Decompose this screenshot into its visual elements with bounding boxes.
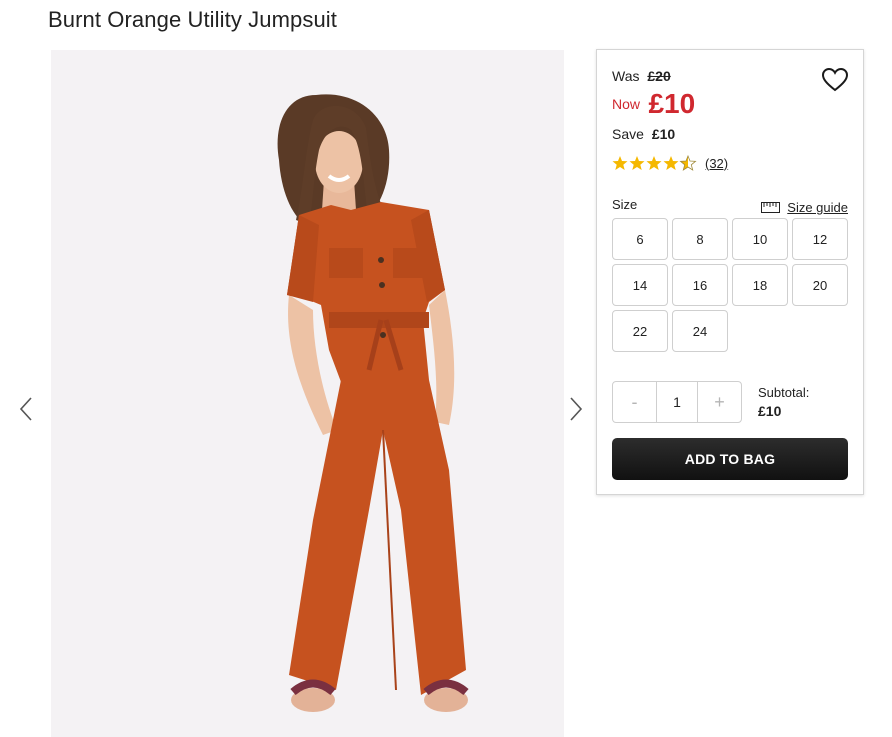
size-option[interactable]: 8 (672, 218, 728, 260)
chevron-right-icon (570, 397, 583, 421)
quantity-increase-button[interactable]: + (698, 382, 741, 422)
gallery-next-button[interactable] (566, 395, 586, 423)
star-1-icon (612, 156, 628, 170)
star-5-half-icon (679, 155, 697, 171)
was-price: Was £20 (612, 68, 671, 84)
review-count-link[interactable]: (32) (705, 156, 728, 171)
stars-icon (612, 155, 697, 171)
star-rating[interactable]: (32) (612, 155, 728, 171)
size-option[interactable]: 20 (792, 264, 848, 306)
size-option[interactable]: 10 (732, 218, 788, 260)
star-4-icon (663, 156, 679, 170)
save-label: Save (612, 126, 644, 142)
quantity-decrease-button[interactable]: - (613, 382, 656, 422)
product-image[interactable] (51, 50, 564, 737)
ruler-icon (761, 202, 781, 213)
wishlist-button[interactable] (821, 67, 849, 93)
size-guide-link[interactable]: Size guide (761, 200, 848, 215)
chevron-left-icon (19, 397, 32, 421)
size-label: Size (612, 197, 638, 212)
now-price: Now £10 (612, 88, 695, 120)
size-option[interactable]: 16 (672, 264, 728, 306)
size-option[interactable]: 24 (672, 310, 728, 352)
size-option[interactable]: 12 (792, 218, 848, 260)
quantity-input[interactable]: 1 (656, 382, 698, 422)
purchase-panel: Was £20 Now £10 Save £10 (32) Size Size … (596, 49, 864, 495)
now-label: Now (612, 96, 641, 112)
size-option[interactable]: 22 (612, 310, 668, 352)
subtotal-label: Subtotal: (758, 385, 810, 400)
save-amount: Save £10 (612, 126, 675, 142)
gallery-prev-button[interactable] (16, 395, 36, 423)
size-option[interactable]: 18 (732, 264, 788, 306)
quantity-stepper: - 1 + (612, 381, 742, 423)
product-title: Burnt Orange Utility Jumpsuit (48, 7, 338, 32)
size-option[interactable]: 6 (612, 218, 668, 260)
now-price-value: £10 (648, 88, 696, 119)
model-illustration (51, 50, 564, 737)
size-option[interactable]: 14 (612, 264, 668, 306)
star-3-icon (646, 156, 662, 170)
heart-icon (821, 67, 849, 92)
size-guide-label: Size guide (787, 200, 848, 215)
was-price-value: £20 (647, 68, 671, 84)
was-label: Was (612, 68, 640, 84)
add-to-bag-button[interactable]: ADD TO BAG (612, 438, 848, 480)
subtotal: Subtotal: £10 (758, 384, 809, 420)
size-options: 6 8 10 12 14 16 18 20 22 24 (612, 218, 848, 352)
subtotal-value: £10 (758, 403, 782, 419)
save-amount-value: £10 (651, 126, 676, 142)
star-2-icon (629, 156, 645, 170)
